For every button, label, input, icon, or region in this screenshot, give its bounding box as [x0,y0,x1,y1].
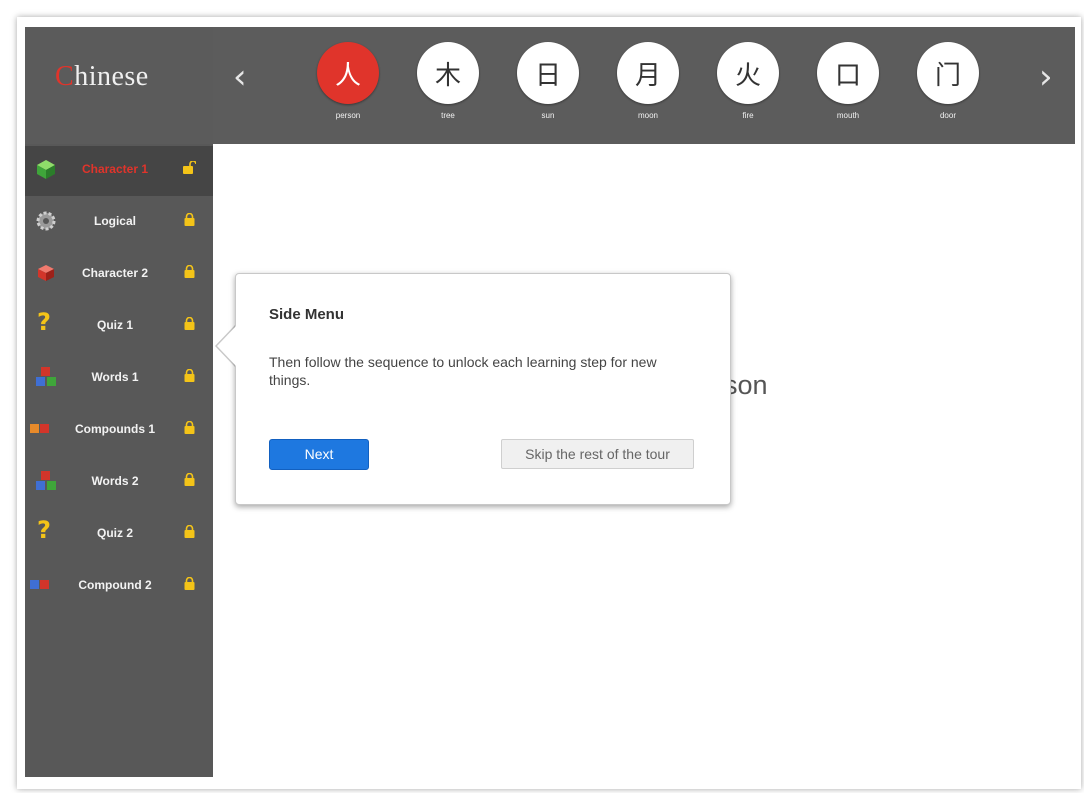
character-label: mouth [836,111,860,120]
next-arrow-icon[interactable]: › [1039,57,1053,97]
sidebar-item-label: Character 2 [81,266,149,280]
character-fire[interactable]: 火 fire [713,42,783,120]
app-logo[interactable]: Chinese [55,61,149,93]
prev-arrow-icon[interactable]: ‹ [233,57,247,97]
lock-icon [184,369,195,382]
popup-pointer-fill [217,325,237,367]
character-glyph: 口 [817,42,879,104]
sidebar-item-character-1[interactable]: Character 1 [25,146,213,196]
sidebar-item-character-2[interactable]: Character 2 [25,250,213,300]
logo-text: hinese [74,61,149,92]
gear-icon [36,211,56,231]
question-mark-icon: ? [37,308,51,336]
character-glyph: 日 [517,42,579,104]
lock-icon [184,473,195,486]
sidebar-item-compound-2[interactable]: Compound 2 [25,562,213,612]
lock-icon [184,525,195,538]
sidebar-item-label: Words 2 [91,474,139,488]
question-mark-icon: ? [37,516,51,544]
sidebar-item-words-2[interactable]: Words 2 [25,458,213,508]
side-menu: Character 1 Logical Character 2 ? Quiz 1… [25,144,213,777]
sidebar-item-label: Quiz 2 [96,526,133,540]
character-tree[interactable]: 木 tree [413,42,483,120]
cubes-stack-icon [36,367,56,386]
logo-initial: C [55,61,75,92]
sidebar-item-label: Quiz 1 [96,318,133,332]
character-glyph: 火 [717,42,779,104]
lock-icon [184,577,195,590]
character-label: tree [441,111,455,120]
cubes-pair-icon [30,580,49,589]
lock-icon [184,421,195,434]
character-sun[interactable]: 日 sun [513,42,583,120]
sidebar-item-compounds-1[interactable]: Compounds 1 [25,406,213,456]
logo-area: Chinese [25,27,213,144]
character-glyph: 木 [417,42,479,104]
character-label: person [335,111,361,120]
character-label: fire [742,111,754,120]
character-moon[interactable]: 月 moon [613,42,683,120]
popup-body: Then follow the sequence to unlock each … [269,354,657,388]
character-label: moon [637,111,658,120]
sidebar-item-quiz-2[interactable]: ? Quiz 2 [25,510,213,560]
character-glyph: 门 [917,42,979,104]
sidebar-item-words-1[interactable]: Words 1 [25,354,213,404]
character-glyph: 月 [617,42,679,104]
character-glyph: 人 [317,42,379,104]
sidebar-item-label: Logical [93,214,136,228]
cubes-pair-icon [30,424,49,433]
character-mouth[interactable]: 口 mouth [813,42,883,120]
sidebar-item-label: Compounds 1 [75,422,155,436]
lock-icon [184,265,195,278]
tour-popup: Side Menu Then follow the sequence to un… [235,273,731,505]
character-person[interactable]: 人 person [313,42,383,120]
cubes-stack-icon [36,471,56,490]
green-cube-icon [37,160,55,179]
lock-icon [184,317,195,330]
character-bar: ‹ 人 person 木 tree 日 sun 月 moon 火 fire 口 … [213,27,1075,144]
sidebar-item-logical[interactable]: Logical [25,198,213,248]
next-button[interactable]: Next [269,439,369,470]
sidebar-item-label: Words 1 [91,370,139,384]
sidebar-item-label: Character 1 [81,162,149,176]
popup-title: Side Menu [269,306,345,323]
skip-tour-button[interactable]: Skip the rest of the tour [501,439,694,469]
character-label: sun [541,111,555,120]
character-door[interactable]: 门 door [913,42,983,120]
sidebar-item-label: Compound 2 [78,578,152,592]
red-cube-icon [38,265,54,281]
unlocked-icon [183,161,196,174]
sidebar-item-quiz-1[interactable]: ? Quiz 1 [25,302,213,352]
lock-icon [184,213,195,226]
character-label: door [939,111,956,120]
